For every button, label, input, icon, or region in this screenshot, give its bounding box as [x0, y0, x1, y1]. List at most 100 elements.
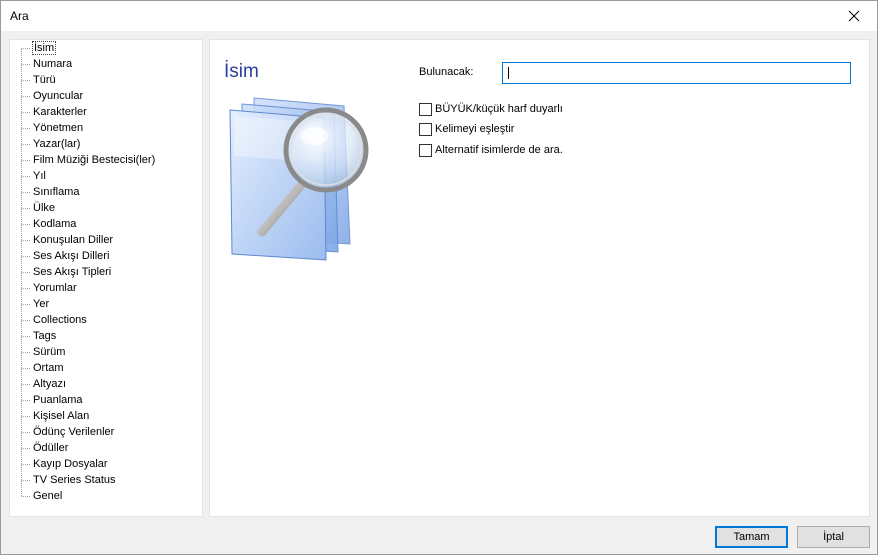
ok-button[interactable]: Tamam [715, 526, 788, 548]
tree-item-label: Collections [33, 314, 87, 326]
tree-item-ulke[interactable]: Ülke [10, 200, 200, 216]
tree-item-oyuncular[interactable]: Oyuncular [10, 88, 200, 104]
tree-branch-line [21, 432, 30, 433]
tree-item-label: Kişisel Alan [33, 410, 90, 422]
tree-item-ses-akisi-tipleri[interactable]: Ses Akışı Tipleri [10, 264, 200, 280]
tree-item-label: Oyuncular [33, 90, 84, 102]
tree-item-label: Ödünç Verilenler [33, 426, 115, 438]
tree-item-numara[interactable]: Numara [10, 56, 200, 72]
find-input[interactable] [502, 62, 851, 84]
tree-item-label: Kodlama [33, 218, 77, 230]
tree-item-i-sim[interactable]: İsim [10, 40, 200, 56]
tree-item-label: İsim [32, 41, 57, 55]
tree-item-kisisel-alan[interactable]: Kişisel Alan [10, 408, 200, 424]
tree-item-label: Yıl [33, 170, 46, 182]
tree-branch-line [21, 480, 30, 481]
tree-item-konusulan-diller[interactable]: Konuşulan Diller [10, 232, 200, 248]
window-title: Ara [10, 9, 29, 23]
tree-item-ses-akisi-dilleri[interactable]: Ses Akışı Dilleri [10, 248, 200, 264]
tree-item-label: Tags [33, 330, 57, 342]
tree-item-label: Türü [33, 74, 56, 86]
tree-item-kayip-dosyalar[interactable]: Kayıp Dosyalar [10, 456, 200, 472]
title-bar: Ara [1, 1, 877, 31]
tree-item-yonetmen[interactable]: Yönetmen [10, 120, 200, 136]
tree-item-label: Ses Akışı Dilleri [33, 250, 110, 262]
tree-item-karakterler[interactable]: Karakterler [10, 104, 200, 120]
tree-item-siniflama[interactable]: Sınıflama [10, 184, 200, 200]
text-caret [508, 67, 509, 79]
tree-item-label: TV Series Status [33, 474, 116, 486]
tree-item-genel[interactable]: Genel [10, 488, 200, 504]
tree-branch-line [21, 272, 30, 273]
tree-branch-line [21, 336, 30, 337]
tree-item-puanlama[interactable]: Puanlama [10, 392, 200, 408]
tree-branch-line [21, 144, 30, 145]
cancel-button[interactable]: İptal [797, 526, 870, 548]
tree-branch-line [21, 320, 30, 321]
tree-item-film-muzigi-bestecisi-ler[interactable]: Film Müziği Bestecisi(ler) [10, 152, 200, 168]
tree-branch-line [21, 368, 30, 369]
field-tree[interactable]: İsim Numara Türü Oyuncular Karakterler Yönetm… [9, 39, 203, 517]
tree-item-yazar-lar[interactable]: Yazar(lar) [10, 136, 200, 152]
tree-branch-line [21, 112, 30, 113]
tree-item-label: Ülke [33, 202, 56, 214]
case-sensitive-label: BÜYÜK/küçük harf duyarlı [435, 103, 563, 115]
tree-item-turu[interactable]: Türü [10, 72, 200, 88]
tree-item-tv-series-status[interactable]: TV Series Status [10, 472, 200, 488]
tree-branch-line [21, 48, 30, 49]
tree-item-label: Sürüm [33, 346, 66, 358]
whole-word-checkbox[interactable] [419, 122, 432, 136]
tree-branch-line [21, 352, 30, 353]
whole-word-label: Kelimeyi eşleştir [435, 123, 515, 135]
tree-item-oduller[interactable]: Ödüller [10, 440, 200, 456]
tree-branch-line [21, 304, 30, 305]
tree-item-label: Konuşulan Diller [33, 234, 114, 246]
tree-item-label: Yorumlar [33, 282, 77, 294]
search-content-panel: İsim Bulunacak: BÜYÜK/küçük harf duyarlı… [209, 39, 870, 517]
tree-item-label: Ortam [33, 362, 64, 374]
tree-branch-line [21, 208, 30, 209]
tree-branch-line [21, 416, 30, 417]
tree-item-label: Yazar(lar) [33, 138, 81, 150]
tree-item-altyazi[interactable]: Altyazı [10, 376, 200, 392]
tree-branch-line [21, 96, 30, 97]
tree-branch-line [21, 176, 30, 177]
find-label: Bulunacak: [419, 66, 474, 78]
alternative-names-label: Alternatif isimlerde de ara. [435, 144, 563, 156]
tree-branch-line [21, 464, 30, 465]
tree-item-label: Karakterler [33, 106, 87, 118]
tree-item-collections[interactable]: Collections [10, 312, 200, 328]
tree-item-kodlama[interactable]: Kodlama [10, 216, 200, 232]
tree-branch-line [21, 64, 30, 65]
tree-branch-line [21, 160, 30, 161]
tree-item-label: Sınıflama [33, 186, 80, 198]
whole-word-option[interactable]: Kelimeyi eşleştir [419, 121, 514, 137]
tree-branch-line [21, 496, 30, 497]
tree-branch-line [21, 400, 30, 401]
alternative-names-option[interactable]: Alternatif isimlerde de ara. [419, 142, 563, 158]
tree-item-label: Puanlama [33, 394, 83, 406]
case-sensitive-option[interactable]: BÜYÜK/küçük harf duyarlı [419, 101, 563, 117]
tree-item-tags[interactable]: Tags [10, 328, 200, 344]
tree-branch-line [21, 240, 30, 241]
tree-branch-line [21, 256, 30, 257]
tree-item-label: Yer [33, 298, 50, 310]
alternative-names-checkbox[interactable] [419, 143, 432, 157]
tree-item-label: Altyazı [33, 378, 67, 390]
tree-item-label: Film Müziği Bestecisi(ler) [33, 154, 156, 166]
tree-item-label: Numara [33, 58, 73, 70]
tree-item-odunc-verilenler[interactable]: Ödünç Verilenler [10, 424, 200, 440]
case-sensitive-checkbox[interactable] [419, 102, 432, 116]
tree-item-ortam[interactable]: Ortam [10, 360, 200, 376]
tree-branch-line [21, 448, 30, 449]
close-icon [848, 10, 860, 22]
tree-item-yil[interactable]: Yıl [10, 168, 200, 184]
tree-item-surum[interactable]: Sürüm [10, 344, 200, 360]
tree-branch-line [21, 128, 30, 129]
close-button[interactable] [831, 1, 877, 31]
tree-branch-line [21, 384, 30, 385]
tree-item-yorumlar[interactable]: Yorumlar [10, 280, 200, 296]
section-title: İsim [224, 61, 259, 82]
tree-item-yer[interactable]: Yer [10, 296, 200, 312]
tree-branch-line [21, 192, 30, 193]
